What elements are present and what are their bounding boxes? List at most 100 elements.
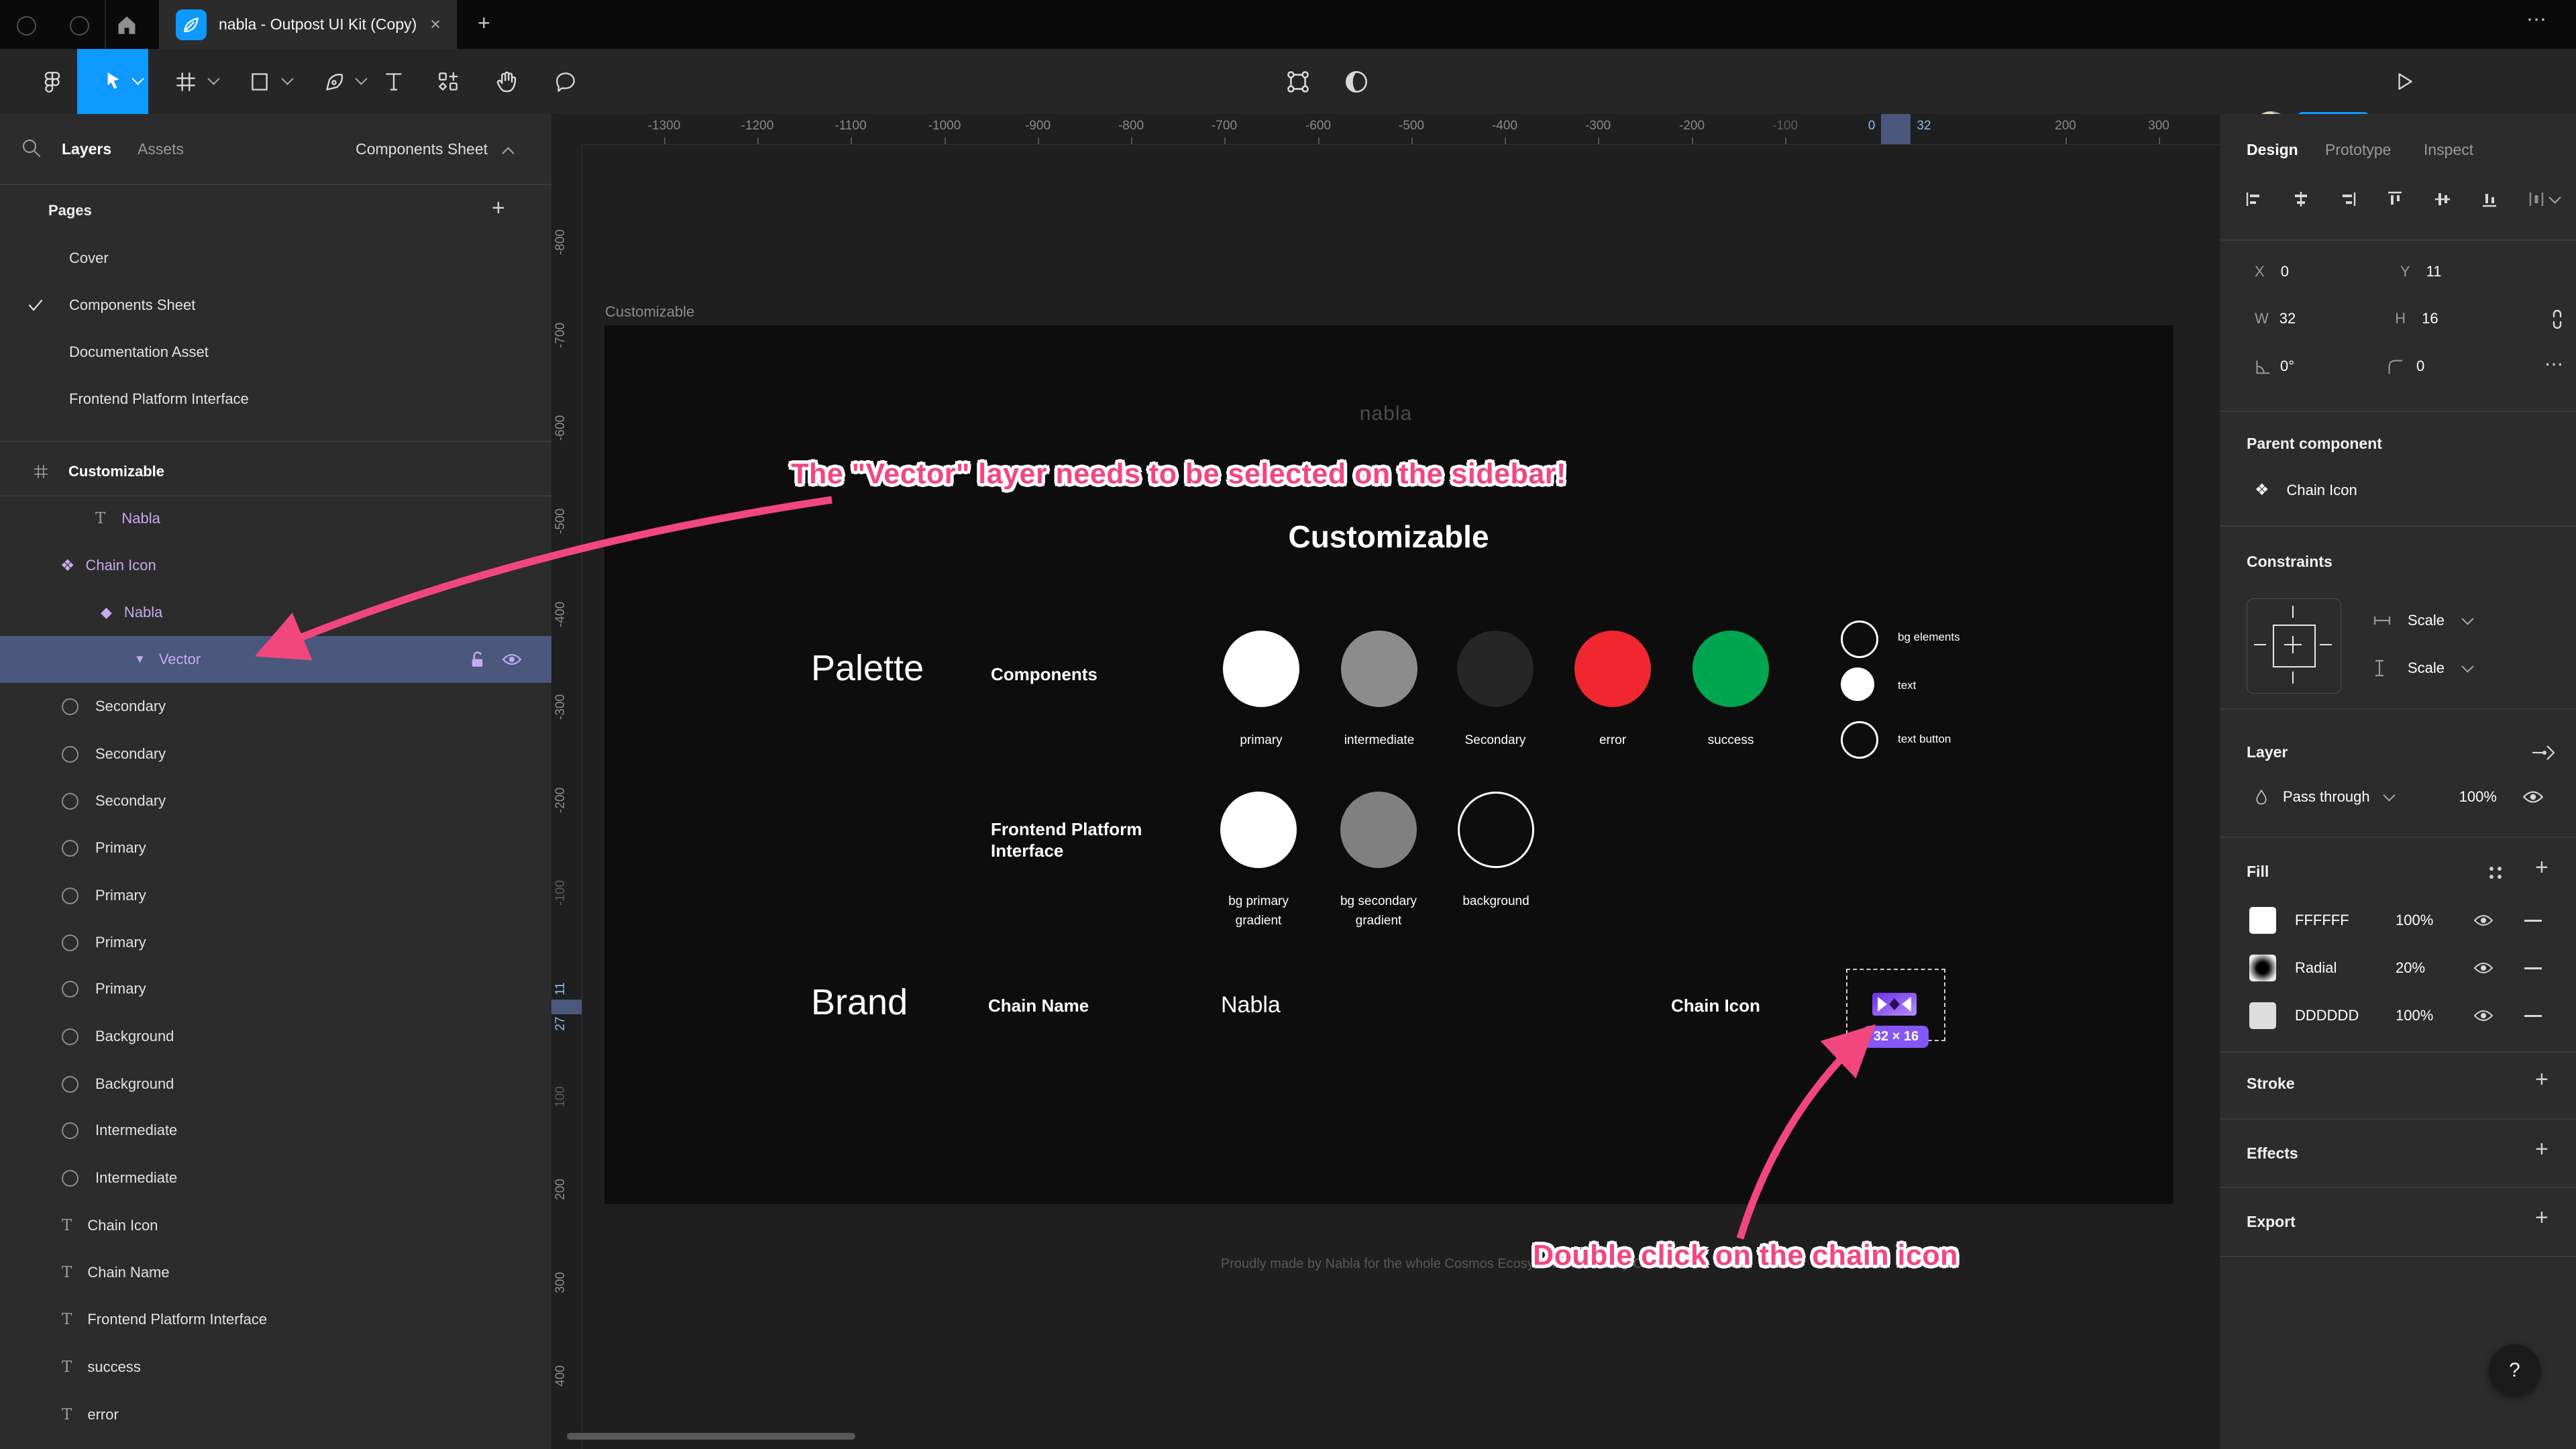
layer-row-ellipse[interactable]: Secondary bbox=[0, 731, 551, 777]
x-value[interactable]: 0 bbox=[2281, 263, 2289, 280]
constraint-tick[interactable] bbox=[2292, 606, 2294, 618]
align-top-icon[interactable] bbox=[2385, 189, 2405, 209]
shape-tool-button[interactable] bbox=[238, 49, 281, 114]
corner-radius-value[interactable]: 0 bbox=[2416, 358, 2424, 375]
nav-back-button[interactable] bbox=[17, 16, 36, 36]
eye-icon[interactable] bbox=[502, 652, 522, 667]
layer-row-ellipse[interactable]: Secondary bbox=[0, 777, 551, 824]
eye-icon[interactable] bbox=[2473, 1008, 2493, 1023]
h-value[interactable]: 16 bbox=[2422, 310, 2438, 327]
move-tool-button[interactable] bbox=[77, 49, 148, 114]
fill-opacity[interactable]: 20% bbox=[2396, 959, 2460, 977]
window-more-button[interactable]: ⋯ bbox=[2526, 8, 2548, 32]
align-bottom-icon[interactable] bbox=[2479, 189, 2500, 209]
edit-object-button[interactable] bbox=[1278, 49, 1318, 114]
layer-row-text[interactable]: Tsuccess bbox=[0, 1344, 551, 1391]
swatch-text-button[interactable] bbox=[1841, 721, 1878, 759]
layer-row-component-chain-icon[interactable]: ❖ Chain Icon bbox=[0, 542, 551, 589]
tab-assets[interactable]: Assets bbox=[138, 140, 184, 158]
constraint-tick[interactable] bbox=[2292, 672, 2294, 684]
brand-heading[interactable]: Brand bbox=[811, 981, 908, 1023]
swatch-bg-secondary-gradient[interactable] bbox=[1340, 792, 1417, 868]
layer-row-instance-nabla[interactable]: ◆ Nabla bbox=[0, 589, 551, 636]
main-menu-button[interactable] bbox=[32, 49, 72, 114]
add-fill-button[interactable]: + bbox=[2535, 855, 2548, 881]
fpi-heading[interactable]: Frontend Platform Interface bbox=[991, 818, 1179, 861]
more-options-button[interactable]: ⋯ bbox=[2544, 353, 2564, 375]
fill-swatch-white[interactable] bbox=[2249, 907, 2276, 934]
constrain-proportions-icon[interactable] bbox=[2548, 307, 2566, 331]
layer-row-ellipse[interactable]: Primary bbox=[0, 872, 551, 919]
pen-tool-button[interactable] bbox=[313, 49, 356, 114]
swatch-error[interactable] bbox=[1574, 631, 1651, 707]
shape-tool-chevron-icon[interactable] bbox=[281, 72, 294, 85]
components-tool-button[interactable] bbox=[427, 49, 470, 114]
parent-component-row[interactable]: ❖ Chain Icon bbox=[2255, 480, 2357, 500]
constraint-tick[interactable] bbox=[2320, 644, 2332, 645]
swatch-bg-elements[interactable] bbox=[1841, 621, 1878, 658]
home-button[interactable] bbox=[115, 0, 138, 49]
frame-tool-button[interactable] bbox=[164, 49, 207, 114]
layer-row-ellipse[interactable]: Background bbox=[0, 1061, 551, 1108]
blend-mode-row[interactable]: Pass through 100% bbox=[2253, 787, 2562, 807]
layer-row-text[interactable]: T Frontend Platform Interface bbox=[0, 1296, 551, 1343]
layer-row-ellipse[interactable]: Intermediate bbox=[0, 1107, 551, 1154]
layer-visibility-eye-icon[interactable] bbox=[2522, 789, 2544, 805]
unlock-icon[interactable] bbox=[470, 651, 486, 669]
nav-forward-button[interactable] bbox=[70, 16, 89, 36]
tab-design[interactable]: Design bbox=[2247, 141, 2298, 159]
remove-fill-icon[interactable] bbox=[2524, 919, 2542, 922]
layer-opacity-value[interactable]: 100% bbox=[2459, 788, 2497, 806]
y-value[interactable]: 11 bbox=[2426, 263, 2442, 280]
hand-tool-button[interactable] bbox=[485, 49, 528, 114]
swatch-bg-primary-gradient[interactable] bbox=[1220, 792, 1297, 868]
swatch-primary[interactable] bbox=[1223, 631, 1299, 707]
tab-layers[interactable]: Layers bbox=[62, 140, 111, 158]
page-dropdown[interactable]: Components Sheet bbox=[356, 140, 488, 158]
canvas[interactable]: nabla Customizable Palette Components pr… bbox=[551, 114, 2219, 1449]
swatch-intermediate[interactable] bbox=[1341, 631, 1417, 707]
vertical-constraint-select[interactable]: Scale bbox=[2374, 659, 2474, 678]
layer-row-text[interactable]: T Chain Name bbox=[0, 1249, 551, 1296]
layer-row-vector-selected[interactable]: ▼ Vector bbox=[0, 636, 551, 683]
text-tool-button[interactable] bbox=[372, 49, 415, 114]
fill-opacity[interactable]: 100% bbox=[2396, 1007, 2460, 1024]
page-dropdown-chevron-icon[interactable] bbox=[502, 147, 515, 160]
page-item-components-sheet[interactable]: Components Sheet bbox=[0, 282, 551, 329]
layer-row-text[interactable]: Terror bbox=[0, 1391, 551, 1438]
align-horizontal-center-icon[interactable] bbox=[2291, 189, 2311, 209]
comment-tool-button[interactable] bbox=[544, 49, 587, 114]
present-button[interactable] bbox=[2385, 49, 2425, 114]
frame-label[interactable]: Customizable bbox=[605, 303, 694, 321]
components-label[interactable]: Components bbox=[991, 664, 1097, 685]
expand-triangle-icon[interactable]: ▼ bbox=[134, 653, 146, 666]
chain-name-label[interactable]: Chain Name bbox=[988, 996, 1089, 1016]
distribute-button[interactable] bbox=[2526, 189, 2561, 209]
layer-row-ellipse[interactable]: Secondary bbox=[0, 683, 551, 730]
add-export-button[interactable]: + bbox=[2535, 1205, 2548, 1231]
page-item-frontend-platform-interface[interactable]: Frontend Platform Interface bbox=[0, 376, 551, 423]
layer-row-text[interactable]: T Chain Icon bbox=[0, 1202, 551, 1249]
fill-hex[interactable]: Radial bbox=[2295, 959, 2396, 977]
frame-row-customizable[interactable]: Customizable bbox=[0, 448, 551, 495]
layer-row-ellipse[interactable]: Primary bbox=[0, 965, 551, 1012]
search-button[interactable] bbox=[20, 126, 43, 170]
fill-hex[interactable]: FFFFFF bbox=[2295, 912, 2396, 929]
horizontal-scrollbar[interactable] bbox=[567, 1433, 855, 1440]
new-tab-button[interactable]: + bbox=[478, 11, 490, 36]
help-button[interactable]: ? bbox=[2489, 1344, 2540, 1396]
nabla-logo[interactable]: nabla bbox=[1360, 402, 1412, 425]
layer-row-ellipse[interactable]: Intermediate bbox=[0, 1155, 551, 1201]
constraint-tick[interactable] bbox=[2254, 644, 2266, 645]
frame-tool-chevron-icon[interactable] bbox=[207, 72, 220, 85]
chain-icon-label[interactable]: Chain Icon bbox=[1671, 996, 1760, 1016]
fill-opacity[interactable]: 100% bbox=[2396, 912, 2460, 929]
fill-hex[interactable]: DDDDDD bbox=[2295, 1007, 2396, 1024]
fill-row[interactable]: Radial 20% bbox=[2249, 955, 2565, 981]
eye-icon[interactable] bbox=[2473, 961, 2493, 975]
w-value[interactable]: 32 bbox=[2279, 310, 2296, 327]
file-tab[interactable]: nabla - Outpost UI Kit (Copy) × bbox=[159, 0, 457, 49]
layer-jump-icon[interactable] bbox=[2530, 742, 2559, 763]
fill-row[interactable]: FFFFFF 100% bbox=[2249, 907, 2565, 934]
swatch-success[interactable] bbox=[1693, 631, 1769, 707]
